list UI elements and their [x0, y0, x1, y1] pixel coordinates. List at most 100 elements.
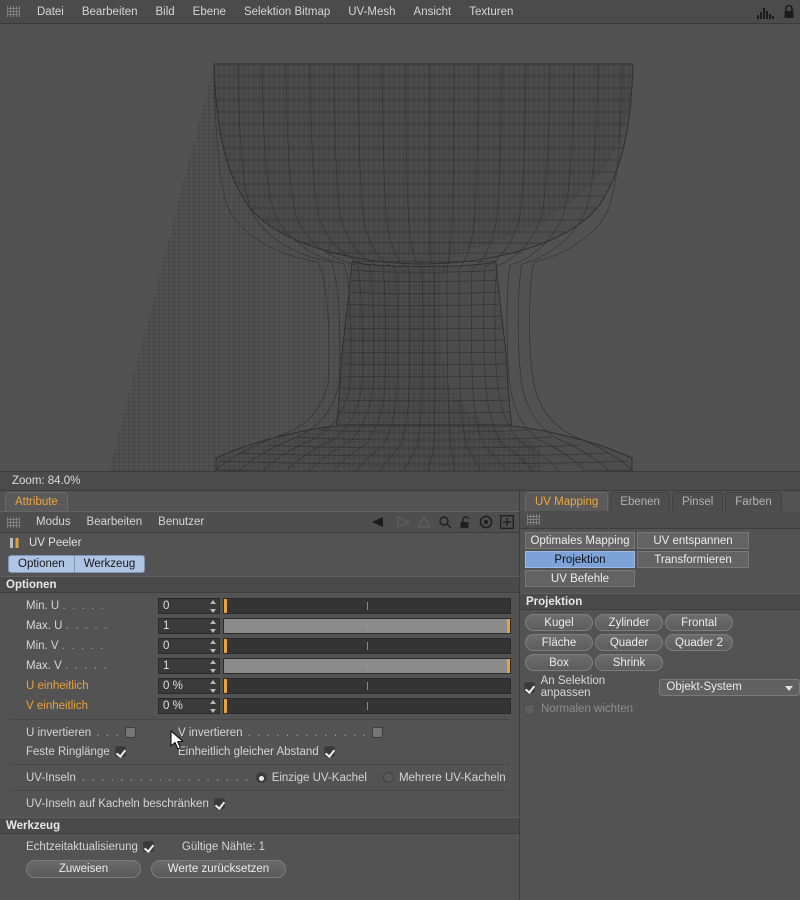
spinner-max-v[interactable] — [209, 660, 217, 673]
projection-zylinder-button[interactable]: Zylinder — [595, 614, 663, 631]
spinner-max-u[interactable] — [209, 620, 217, 633]
plus-box-icon[interactable] — [500, 515, 514, 529]
projection-box-button[interactable]: Box — [525, 654, 593, 671]
param-input-min-v[interactable]: 0 — [158, 638, 220, 654]
checkbox-feste-ringlaenge[interactable]: Feste Ringlänge — [26, 746, 178, 758]
lock-icon[interactable] — [782, 4, 796, 19]
checkbox-inseln-beschraenken[interactable]: UV-Inseln auf Kacheln beschränken — [26, 798, 225, 810]
command-uv-entspannen[interactable]: UV entspannen — [637, 532, 749, 549]
menu-item-bearbeiten[interactable]: Bearbeiten — [79, 514, 151, 530]
histogram-icon[interactable] — [756, 5, 776, 19]
projection-flaeche-button[interactable]: Fläche — [525, 634, 593, 651]
projection-quader-button[interactable]: Quader — [595, 634, 663, 651]
back-arrow-icon[interactable] — [371, 516, 387, 528]
drag-grip-icon[interactable] — [527, 514, 540, 525]
checkbox-v-invertieren-box[interactable] — [372, 727, 384, 738]
group-header-projektion[interactable]: Projektion — [520, 593, 800, 610]
radio-mehrere-uv-kacheln-dot[interactable] — [382, 772, 394, 783]
command-optimales-mapping[interactable]: Optimales Mapping — [525, 532, 635, 549]
tab-uv-mapping[interactable]: UV Mapping — [525, 492, 609, 511]
checkbox-u-invertieren[interactable]: U invertieren . . . — [26, 727, 178, 739]
divider — [10, 764, 509, 765]
menu-item-selektion-bitmap[interactable]: Selektion Bitmap — [235, 3, 339, 21]
row-invertieren: U invertieren . . . V invertieren . . . … — [8, 723, 511, 742]
param-slider-max-v[interactable] — [223, 658, 511, 674]
param-slider-u-einheitlich[interactable] — [223, 678, 511, 694]
label-gueltige-naehte: Gültige Nähte: 1 — [181, 840, 265, 853]
param-slider-max-u[interactable] — [223, 618, 511, 634]
param-label-u-einheitlich: U einheitlich — [26, 680, 89, 692]
menu-bar-icons — [756, 4, 800, 19]
checkbox-feste-ringlaenge-box[interactable] — [114, 746, 126, 757]
zuweisen-button[interactable]: Zuweisen — [26, 860, 141, 878]
checkbox-echtzeitaktualisierung[interactable]: Echtzeitaktualisierung — [26, 841, 154, 853]
menu-item-modus[interactable]: Modus — [28, 514, 79, 530]
spinner-v-einheitlich[interactable] — [209, 700, 217, 713]
tab-pinsel[interactable]: Pinsel — [671, 492, 724, 511]
menu-item-texturen[interactable]: Texturen — [460, 3, 522, 21]
checkbox-u-invertieren-box[interactable] — [125, 727, 137, 738]
attribute-toolbar: Modus Bearbeiten Benutzer — [0, 511, 519, 533]
param-row-max-v: Max. V . . . . . 1 — [8, 656, 511, 676]
tab-werkzeug[interactable]: Werkzeug — [74, 555, 146, 573]
checkbox-echtzeitaktualisierung-box[interactable] — [142, 841, 154, 852]
radio-einzige-uv-kachel[interactable]: Einzige UV-Kachel — [255, 772, 367, 784]
lock-open-icon[interactable] — [459, 515, 472, 529]
param-input-max-v[interactable]: 1 — [158, 658, 220, 674]
tab-ebenen[interactable]: Ebenen — [610, 492, 670, 511]
param-slider-min-v[interactable] — [223, 638, 511, 654]
coord-system-dropdown[interactable]: Objekt-System — [659, 678, 800, 696]
menu-item-bearbeiten[interactable]: Bearbeiten — [73, 3, 147, 21]
application-window: Datei Bearbeiten Bild Ebene Selektion Bi… — [0, 0, 800, 900]
menu-item-ebene[interactable]: Ebene — [184, 3, 235, 21]
target-icon[interactable] — [479, 515, 493, 529]
command-uv-befehle[interactable]: UV Befehle — [525, 570, 635, 587]
optionen-body: Min. U . . . . . 0 Max. U . . . . . 1 Mi… — [0, 593, 519, 817]
checkbox-inseln-beschraenken-box[interactable] — [213, 798, 225, 809]
viewport-status-bar: Zoom: 84.0% — [0, 471, 800, 491]
radio-mehrere-uv-kacheln[interactable]: Mehrere UV-Kacheln — [382, 772, 506, 784]
checkbox-gleicher-abstand[interactable]: Einheitlich gleicher Abstand — [178, 746, 335, 758]
uv-peeler-icon — [10, 538, 19, 548]
row-echtzeit: Echtzeitaktualisierung Gültige Nähte: 1 — [8, 837, 511, 856]
projection-kugel-button[interactable]: Kugel — [525, 614, 593, 631]
projection-frontal-button[interactable]: Frontal — [665, 614, 733, 631]
spinner-u-einheitlich[interactable] — [209, 680, 217, 693]
menu-item-datei[interactable]: Datei — [28, 3, 73, 21]
tab-attribute[interactable]: Attribute — [5, 492, 68, 511]
group-header-werkzeug[interactable]: Werkzeug — [0, 817, 519, 834]
group-header-optionen[interactable]: Optionen — [0, 576, 519, 593]
tab-optionen[interactable]: Optionen — [8, 555, 75, 573]
uv-texture-viewport[interactable] — [0, 24, 800, 471]
checkbox-gleicher-abstand-box[interactable] — [323, 746, 335, 757]
mesh-geometry — [107, 63, 634, 471]
param-input-v-einheitlich[interactable]: 0 % — [158, 698, 220, 714]
menu-item-bild[interactable]: Bild — [146, 3, 183, 21]
menu-item-benutzer[interactable]: Benutzer — [150, 514, 212, 530]
param-row-max-u: Max. U . . . . . 1 — [8, 616, 511, 636]
spinner-min-v[interactable] — [209, 640, 217, 653]
projection-shrink-button[interactable]: Shrink — [595, 654, 663, 671]
param-input-max-u[interactable]: 1 — [158, 618, 220, 634]
param-slider-v-einheitlich[interactable] — [223, 698, 511, 714]
drag-grip-icon[interactable] — [7, 6, 20, 17]
checkbox-v-invertieren[interactable]: V invertieren . . . . . . . . . . . . . — [178, 727, 384, 739]
checkbox-an-selektion-anpassen[interactable] — [524, 681, 535, 693]
search-icon[interactable] — [438, 515, 452, 529]
param-slider-min-u[interactable] — [223, 598, 511, 614]
row-uv-inseln: UV-Inseln . . . . . . . . . . . . . . . … — [26, 771, 506, 784]
param-input-min-u[interactable]: 0 — [158, 598, 220, 614]
werte-zuruecksetzen-button[interactable]: Werte zurücksetzen — [151, 860, 286, 878]
drag-grip-icon[interactable] — [7, 516, 20, 528]
command-transformieren[interactable]: Transformieren — [637, 551, 749, 568]
radio-einzige-uv-kachel-dot[interactable] — [255, 772, 267, 783]
command-projektion[interactable]: Projektion — [525, 551, 635, 568]
tab-farben[interactable]: Farben — [725, 492, 782, 511]
param-input-u-einheitlich[interactable]: 0 % — [158, 678, 220, 694]
projection-quader-2-button[interactable]: Quader 2 — [665, 634, 733, 651]
menu-item-uv-mesh[interactable]: UV-Mesh — [339, 3, 404, 21]
spinner-min-u[interactable] — [209, 600, 217, 613]
menu-item-ansicht[interactable]: Ansicht — [405, 3, 461, 21]
checkbox-normalen-wichten[interactable] — [524, 703, 535, 715]
param-row-min-u: Min. U . . . . . 0 — [8, 596, 511, 616]
